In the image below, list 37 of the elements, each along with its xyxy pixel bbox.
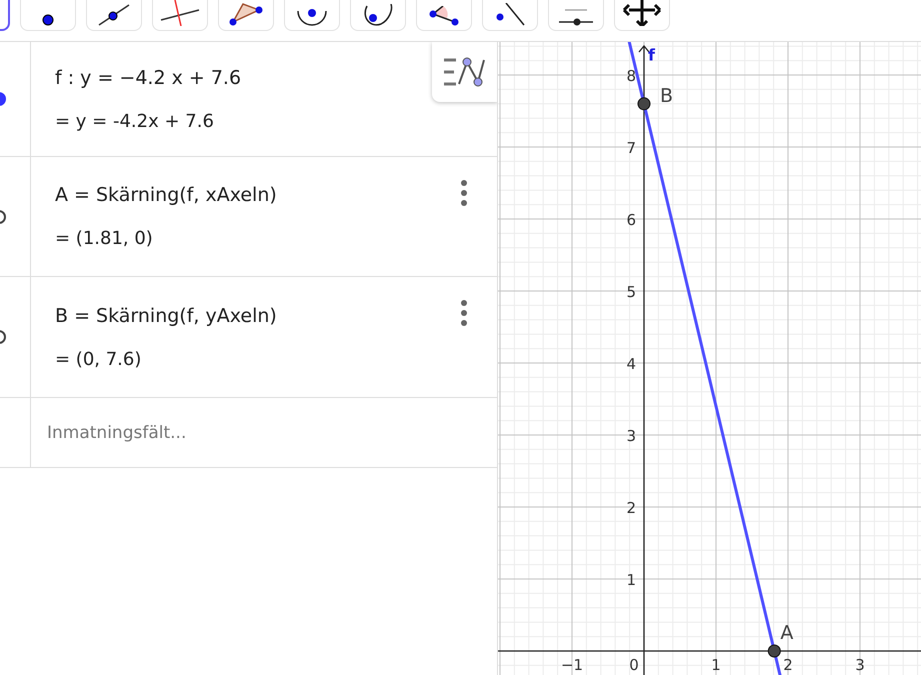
value-text: = (1.81, 0) [55,228,153,249]
point[interactable] [638,97,650,110]
circle-point-tool-icon [362,4,394,26]
x-tick-label: 2 [783,656,793,674]
angle-tool-icon [429,6,459,26]
y-tick-label: 2 [626,499,636,517]
move-tool-icon [623,0,661,26]
point-tool-icon [42,14,54,26]
value-text: = y = -4.2x + 7.6 [55,110,214,132]
y-tick-label: 4 [626,355,636,373]
graph-style-icon [442,56,488,88]
slider-tool-icon [558,9,594,26]
polygon-tool-icon [229,2,263,26]
circle-center-tool-icon [297,9,327,26]
point[interactable] [768,644,781,658]
input-field[interactable]: Inmatningsfält... [31,398,497,467]
y-tick-label: 3 [626,427,636,445]
point-label: A [780,622,794,644]
perpendicular-tool-icon [160,0,200,26]
x-tick-label: −1 [560,656,584,674]
definition-text: B = Skärning(f, yAxeln) [55,304,277,326]
point-line-tool-icon [496,3,524,26]
y-tick-label: 8 [626,67,636,85]
y-tick-label: 1 [626,571,636,589]
style-bar-button[interactable] [432,42,497,102]
definition-text: f : y = −4.2 x + 7.6 [55,66,242,88]
x-tick-label: 1 [711,656,721,674]
point-label: B [660,84,674,107]
y-tick-label: 7 [626,139,636,157]
y-tick-label: 6 [626,211,636,229]
x-tick-label: 3 [855,656,865,674]
line-tool-icon [98,4,130,26]
function-label: f [648,46,655,65]
value-text: = (0, 7.6) [55,348,142,370]
y-tick-label: 5 [626,283,636,301]
definition-text: A = Skärning(f, xAxeln) [55,184,277,206]
x-tick-label: 0 [629,656,639,674]
